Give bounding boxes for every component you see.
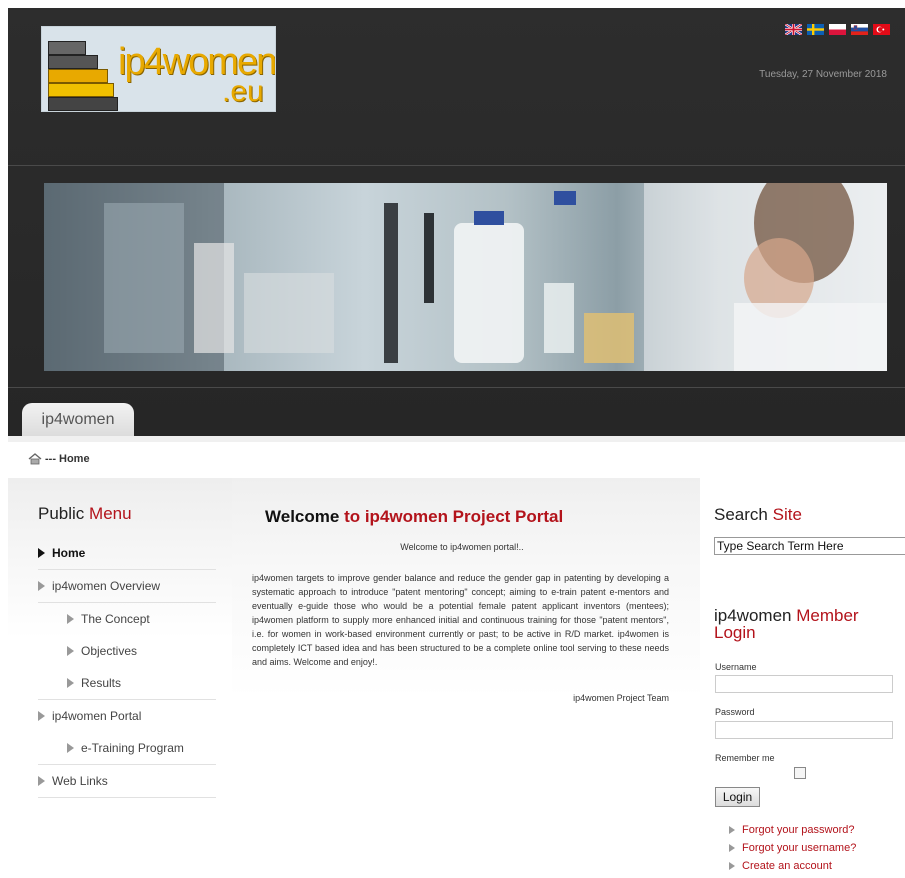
forgot-password-link[interactable]: Forgot your password? (729, 821, 856, 839)
create-account-link[interactable]: Create an account (729, 857, 856, 875)
tab-ip4women[interactable]: ip4women (22, 403, 134, 436)
password-field[interactable] (715, 721, 893, 739)
arrow-right-icon (729, 826, 735, 834)
menu-item-concept[interactable]: The Concept (38, 603, 216, 635)
arrow-right-icon (38, 548, 45, 558)
page-title: Welcome to ip4women Project Portal (265, 507, 564, 526)
sweden-flag-icon[interactable] (807, 24, 824, 35)
language-flags (785, 24, 890, 35)
login-title: ip4women Member Login (714, 606, 859, 642)
turkey-flag-icon[interactable] (873, 24, 890, 35)
menu-item-training[interactable]: e-Training Program (38, 732, 216, 765)
username-label: Username (715, 662, 757, 672)
remember-label: Remember me (715, 753, 775, 763)
login-button[interactable]: Login (715, 787, 760, 807)
forgot-username-link[interactable]: Forgot your username? (729, 839, 856, 857)
uk-flag-icon[interactable] (785, 24, 802, 35)
header-banner-image (44, 183, 887, 371)
arrow-right-icon (729, 844, 735, 852)
public-menu-title: Public Menu (38, 504, 132, 523)
banner-divider (8, 387, 905, 388)
public-menu: Home ip4women Overview The Concept Objec… (38, 537, 216, 798)
welcome-body: ip4women targets to improve gender balan… (252, 573, 669, 667)
arrow-right-icon (67, 743, 74, 753)
remember-checkbox[interactable] (794, 767, 806, 779)
menu-item-portal[interactable]: ip4women Portal (38, 700, 216, 732)
home-icon[interactable] (28, 453, 42, 465)
arrow-right-icon (729, 862, 735, 870)
poland-flag-icon[interactable] (829, 24, 846, 35)
header-divider (8, 165, 905, 166)
main-content (232, 478, 700, 878)
menu-item-results[interactable]: Results (38, 667, 216, 700)
welcome-intro: Welcome to ip4women portal!.. (400, 542, 524, 552)
arrow-right-icon (67, 646, 74, 656)
signature: ip4women Project Team (573, 693, 669, 703)
lab-photo-image (44, 183, 887, 371)
arrow-right-icon (67, 678, 74, 688)
slovenia-flag-icon[interactable] (851, 24, 868, 35)
arrow-right-icon (38, 711, 45, 721)
tab-underline (8, 436, 905, 442)
current-date: Tuesday, 27 November 2018 (759, 69, 887, 80)
arrow-right-icon (38, 581, 45, 591)
search-title: Search Site (714, 505, 802, 524)
menu-item-objectives[interactable]: Objectives (38, 635, 216, 667)
logo-suffix: .eu (222, 75, 264, 108)
username-field[interactable] (715, 675, 893, 693)
login-links: Forgot your password? Forgot your userna… (729, 821, 856, 875)
breadcrumb: --- Home (28, 453, 90, 465)
arrow-right-icon (67, 614, 74, 624)
arrow-right-icon (38, 776, 45, 786)
search-input[interactable]: Type Search Term Here (714, 537, 905, 555)
menu-item-web-links[interactable]: Web Links (38, 765, 216, 798)
password-label: Password (715, 707, 755, 717)
breadcrumb-separator: --- (45, 453, 56, 465)
breadcrumb-home[interactable]: Home (59, 453, 90, 465)
site-logo[interactable]: ip4women .eu (41, 26, 276, 112)
menu-item-home[interactable]: Home (38, 537, 216, 570)
menu-item-overview[interactable]: ip4women Overview (38, 570, 216, 603)
